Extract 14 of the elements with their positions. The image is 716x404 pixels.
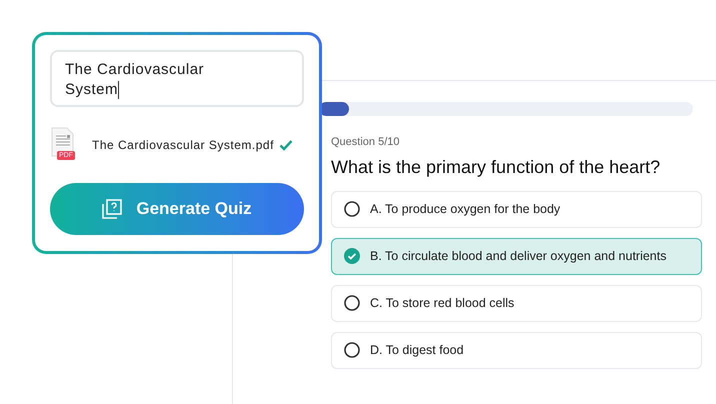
radio-icon <box>344 342 360 358</box>
radio-icon <box>344 295 360 311</box>
file-name: The Cardiovascular System.pdf <box>92 137 274 154</box>
check-circle-icon <box>344 248 360 264</box>
quiz-icon <box>102 199 122 219</box>
answer-option[interactable]: D. To digest food <box>331 332 702 368</box>
radio-icon <box>344 201 360 217</box>
answer-option[interactable]: C. To store red blood cells <box>331 284 702 322</box>
question-text: What is the primary function of the heart? <box>330 156 662 179</box>
generate-quiz-button[interactable]: Generate Quiz <box>50 183 304 235</box>
title-input-field[interactable]: The Cardiovascular System <box>50 50 304 107</box>
answer-option[interactable]: A. To produce oxygen for the body <box>331 190 702 228</box>
question-counter: Question 5/10 <box>330 135 400 150</box>
answer-option[interactable]: B. To circulate blood and deliver oxygen and nutrients <box>331 238 702 274</box>
